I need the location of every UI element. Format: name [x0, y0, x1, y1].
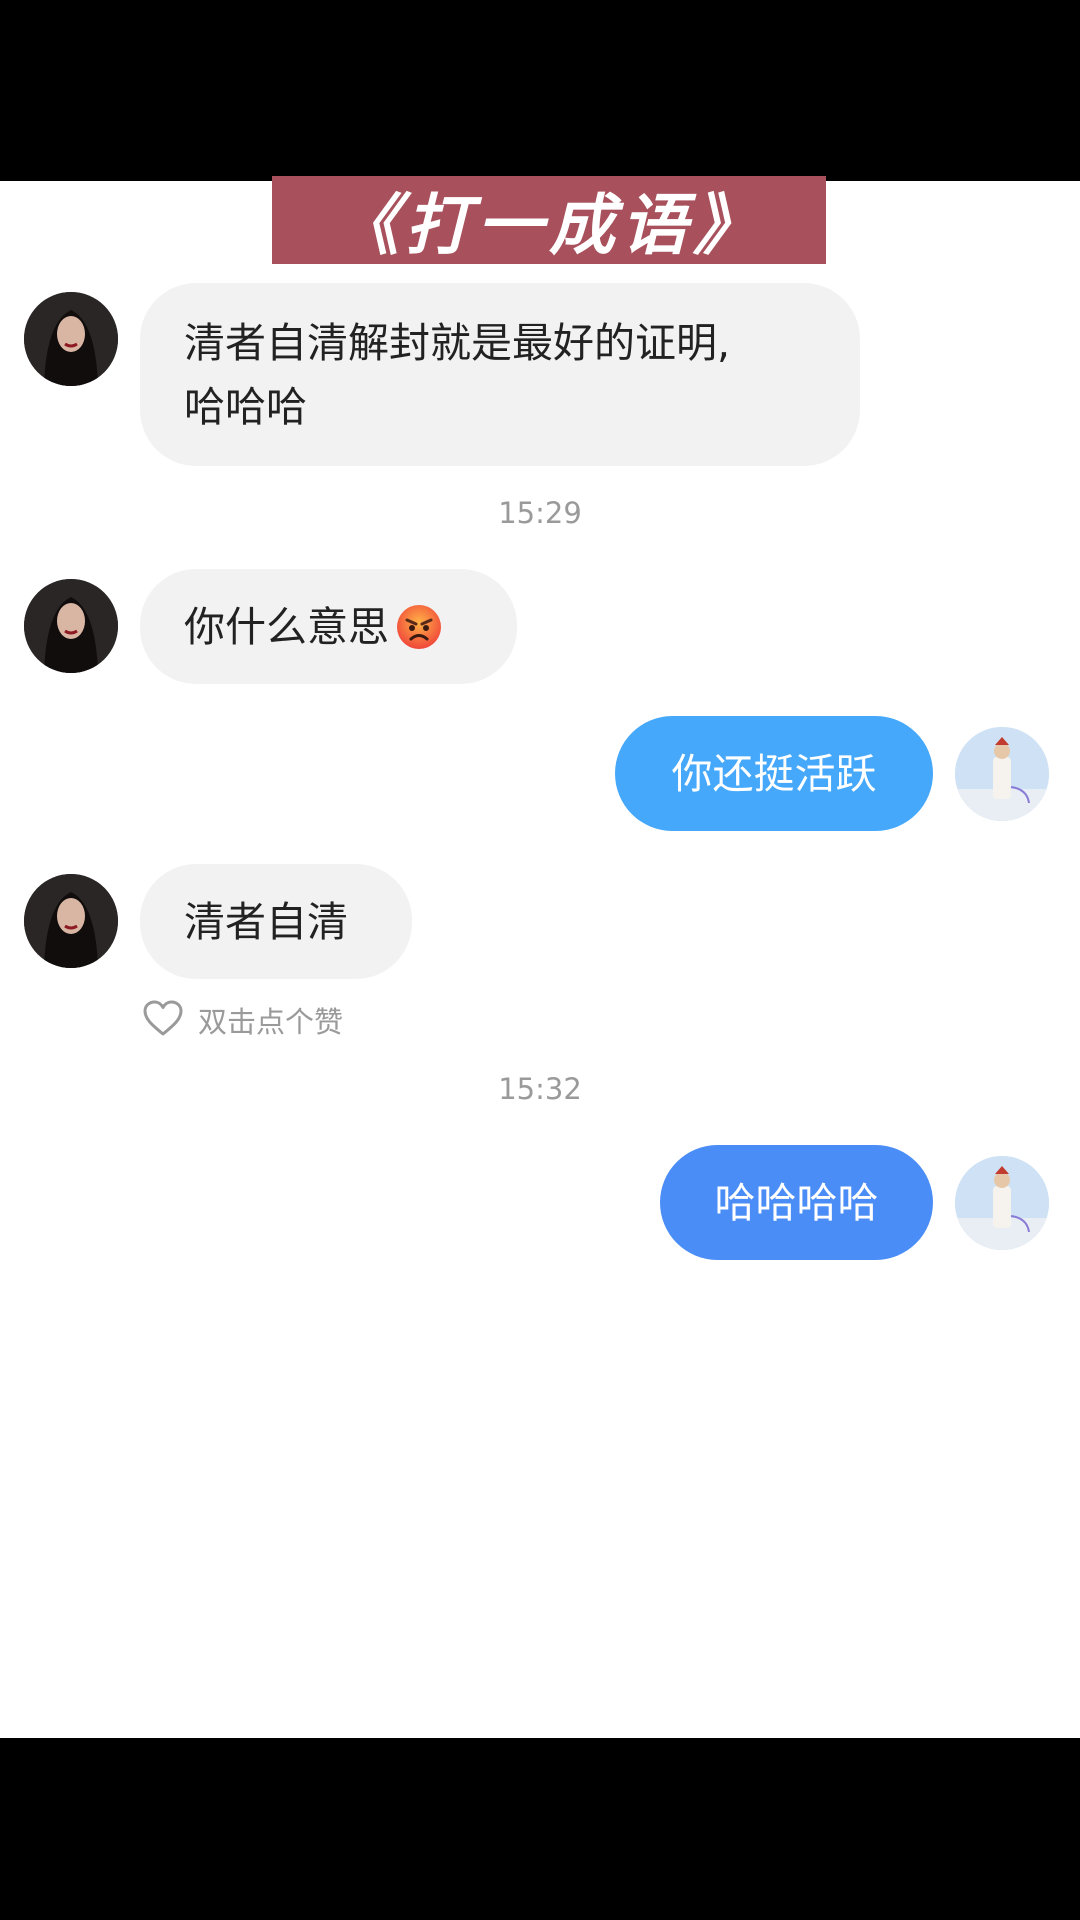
message-line: 清者自清解封就是最好的证明,: [184, 318, 731, 367]
contact-avatar[interactable]: [24, 579, 118, 673]
like-hint[interactable]: 双击点个赞: [142, 998, 343, 1042]
message-text: 哈哈哈哈: [714, 1178, 879, 1227]
title-banner: 《打一成语》: [272, 176, 826, 264]
message-bubble[interactable]: 你什么意思: [140, 569, 517, 684]
user-avatar[interactable]: [955, 1156, 1049, 1250]
top-black-bar: [0, 0, 1080, 181]
message-text: 清者自清: [184, 897, 348, 946]
like-hint-label: 双击点个赞: [198, 1005, 344, 1039]
contact-avatar[interactable]: [24, 292, 118, 386]
message-bubble[interactable]: 哈哈哈哈: [660, 1145, 933, 1260]
timestamp: 15:32: [498, 1072, 582, 1106]
message-bubble[interactable]: 你还挺活跃: [615, 716, 933, 831]
message-line: 哈哈哈: [184, 382, 307, 431]
message-text: 你什么意思: [184, 602, 389, 651]
user-avatar[interactable]: [955, 727, 1049, 821]
message-bubble[interactable]: 清者自清解封就是最好的证明, 哈哈哈: [140, 283, 860, 466]
timestamp: 15:29: [498, 496, 582, 530]
heart-outline-icon[interactable]: [142, 999, 184, 1041]
angry-face-icon: [395, 603, 443, 651]
message-bubble[interactable]: 清者自清: [140, 864, 412, 979]
bottom-black-bar: [0, 1738, 1080, 1920]
contact-avatar[interactable]: [24, 874, 118, 968]
message-text: 你还挺活跃: [671, 749, 877, 798]
